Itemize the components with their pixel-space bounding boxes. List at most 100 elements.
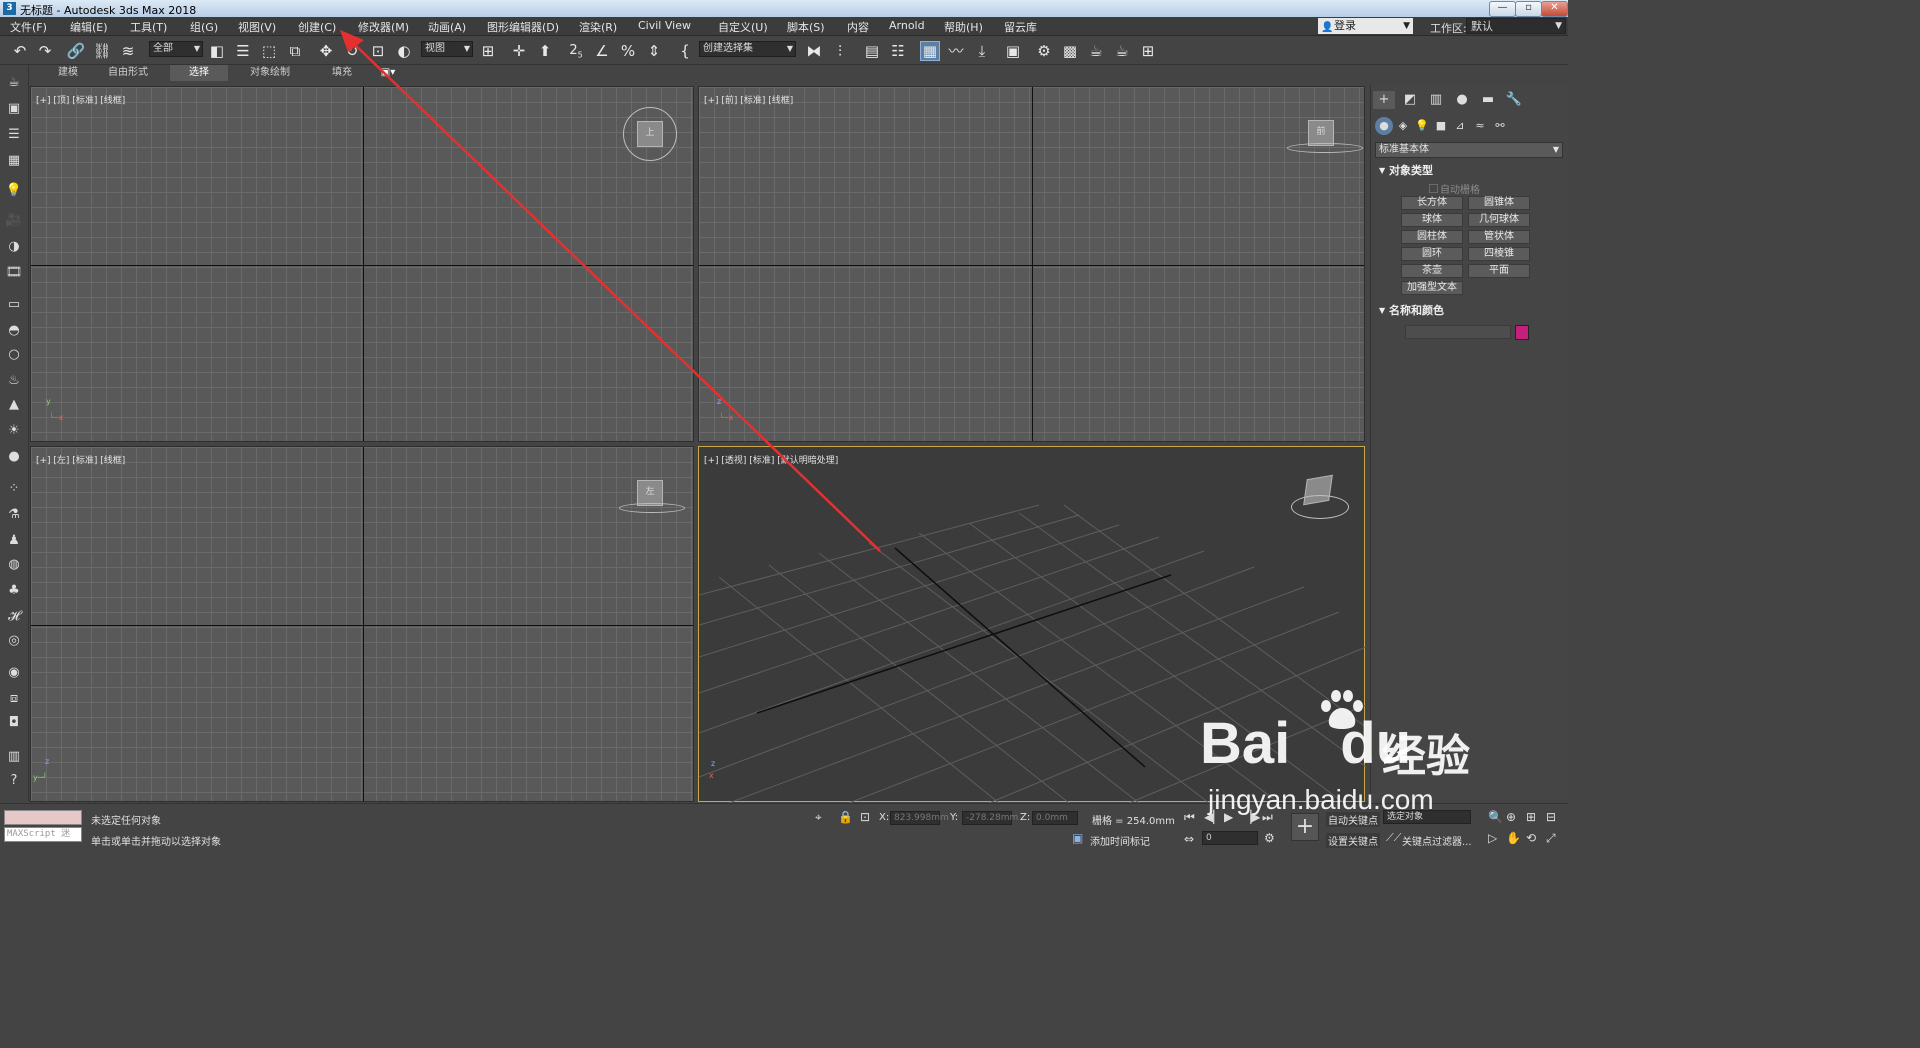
workspace-dropdown[interactable]: 默认 ▼ [1466,18,1566,34]
menu-rendering[interactable]: 渲染(R) [579,19,617,35]
box-primitive-icon[interactable]: ▭ [4,295,24,315]
rotate-icon[interactable]: ↻ [342,41,362,61]
motion-tab-icon[interactable]: ● [1451,91,1473,109]
redo-icon[interactable]: ↷ [35,41,55,61]
menu-scripting[interactable]: 脚本(S) [787,19,825,35]
mirror-icon[interactable]: ⧓ [804,41,824,61]
next-frame-icon[interactable]: ▕▶ [1242,810,1260,824]
sphere-button[interactable]: 球体 [1401,213,1463,227]
autogrid-checkbox[interactable]: 自动栅格 [1429,181,1480,196]
dome-light-icon[interactable]: ♨ [4,371,24,391]
material-editor-icon[interactable]: ▣ [1003,41,1023,61]
viewport-left[interactable]: [+] [左] [标准] [线框] 左 z y─┘ [30,446,694,802]
menu-create[interactable]: 创建(C) [298,19,336,35]
lights-icon[interactable]: 💡 [1413,117,1431,135]
list-panel-icon[interactable]: ☰ [4,125,24,145]
menu-civil-view[interactable]: Civil View [638,19,691,32]
tab-selection[interactable]: 选择 [170,65,228,81]
hierarchy-tab-icon[interactable]: ▥ [1425,91,1447,109]
selected-objects-dropdown[interactable]: 选定对象 [1383,810,1471,824]
dope-sheet-icon[interactable]: ⤓ [972,41,992,61]
sun-icon[interactable]: ☀ [4,421,24,441]
object-type-rollout[interactable]: ▼ 对象类型 [1375,163,1563,179]
pyramid-button[interactable]: 四棱锥 [1468,247,1530,261]
rendered-frame-window-icon[interactable]: ▩ [1060,41,1080,61]
viewport-label[interactable]: [+] [前] [标准] [线框] [704,93,793,106]
menu-group[interactable]: 组(G) [190,19,218,35]
snap-toggle-icon[interactable]: 25 [566,41,586,61]
select-manipulate-icon[interactable]: ✛ [509,41,529,61]
spinner-snap-icon[interactable]: ⇕ [644,41,664,61]
menu-views[interactable]: 视图(V) [238,19,276,35]
x-coordinate-field[interactable]: 823.998mm [890,811,949,825]
render-setup-icon[interactable]: ⚙ [1034,41,1054,61]
key-mode-icon[interactable]: ⟋⟋ [1386,831,1401,845]
maxscript-listener-output[interactable] [4,810,82,825]
helpers-icon[interactable]: ⊿ [1451,117,1469,135]
unlink-icon[interactable]: ⛓ [92,41,112,61]
viewcube[interactable]: 上 [637,121,663,147]
select-object-icon[interactable]: ◧ [207,41,227,61]
film-icon[interactable]: 🎞 [4,263,24,283]
hair-icon[interactable]: 𝓗 [4,607,24,627]
menu-help[interactable]: 帮助(H) [944,19,983,35]
minimize-button[interactable]: — [1489,1,1516,17]
select-by-name-icon[interactable]: ☰ [233,41,253,61]
viewport-label[interactable]: [+] [顶] [标准] [线框] [36,93,125,106]
set-key-button[interactable]: 设置关键点 [1326,833,1380,848]
absolute-mode-icon[interactable]: ⊡ [860,810,870,824]
pivot-center-icon[interactable]: ⊞ [478,41,498,61]
time-config-icon[interactable]: ⚙ [1264,831,1275,845]
render-cloud-icon[interactable]: ⊞ [1138,41,1158,61]
cylinder-button[interactable]: 圆柱体 [1401,230,1463,244]
create-teapot-icon[interactable]: ☕ [4,73,24,93]
auto-key-button[interactable]: 自动关键点 [1326,812,1380,827]
textplus-button[interactable]: 加强型文本 [1401,281,1463,295]
ox-icon[interactable]: ◎ [4,631,24,651]
zoom-all-icon[interactable]: ⊕ [1506,810,1516,824]
torus-button[interactable]: 圆环 [1401,247,1463,261]
field-of-view-icon[interactable]: ▷ [1488,831,1497,845]
menu-animation[interactable]: 动画(A) [428,19,466,35]
object-color-swatch[interactable] [1515,325,1529,340]
link-icon[interactable]: 🔗 [66,41,86,61]
layer-explorer-icon[interactable]: ▤ [862,41,882,61]
curve-editor-icon[interactable]: 〰 [946,41,966,61]
menu-modifiers[interactable]: 修改器(M) [358,19,409,35]
tube-button[interactable]: 管状体 [1468,230,1530,244]
tab-freeform[interactable]: 自由形式 [98,65,158,81]
cone-icon[interactable]: ▲ [4,395,24,415]
align-icon[interactable]: ⫶ [830,41,850,61]
space-warps-icon[interactable]: ≈ [1471,117,1489,135]
go-to-end-icon[interactable]: ⏭ [1262,810,1273,824]
object-name-input[interactable] [1405,325,1511,339]
menu-graph-editors[interactable]: 图形编辑器(D) [487,19,559,35]
sphere-icon[interactable]: ○ [4,345,24,365]
menu-edit[interactable]: 编辑(E) [70,19,108,35]
cone-button[interactable]: 圆锥体 [1468,196,1530,210]
viewcube-ring[interactable] [1287,143,1363,153]
globe-icon[interactable]: ◍ [4,555,24,575]
tab-populate[interactable]: 填充 [320,65,364,81]
lock-icon[interactable]: 🔒 [838,810,853,824]
go-to-start-icon[interactable]: ⏮ [1184,810,1195,824]
scene-explorer-panel-icon[interactable]: ▣ [4,99,24,119]
zoom-icon[interactable]: 🔍 [1488,810,1503,824]
box-button[interactable]: 长方体 [1401,196,1463,210]
y-coordinate-field[interactable]: -278.28mm [962,811,1018,825]
scene-explorer-icon[interactable]: ▦ [920,41,940,61]
close-button[interactable]: ✕ [1541,1,1568,17]
render-elements-icon[interactable]: ⧈ [4,689,24,709]
viewcube-ring[interactable] [619,503,685,513]
key-filters-button[interactable]: 关键点过滤器... [1402,833,1472,848]
viewcube-ring[interactable] [1291,495,1349,519]
grass-icon[interactable]: ♣ [4,581,24,601]
ribbon-options-icon[interactable]: ▣▾ [376,65,400,81]
set-key-big-button[interactable]: + [1291,813,1319,841]
help-icon[interactable]: ? [4,771,24,791]
edit-named-selection-icon[interactable]: { [675,41,695,61]
viewport-front[interactable]: [+] [前] [标准] [线框] 前 z └─x [698,86,1365,442]
menu-file[interactable]: 文件(F) [10,19,47,35]
menu-tools[interactable]: 工具(T) [130,19,167,35]
percent-snap-icon[interactable]: % [618,41,638,61]
